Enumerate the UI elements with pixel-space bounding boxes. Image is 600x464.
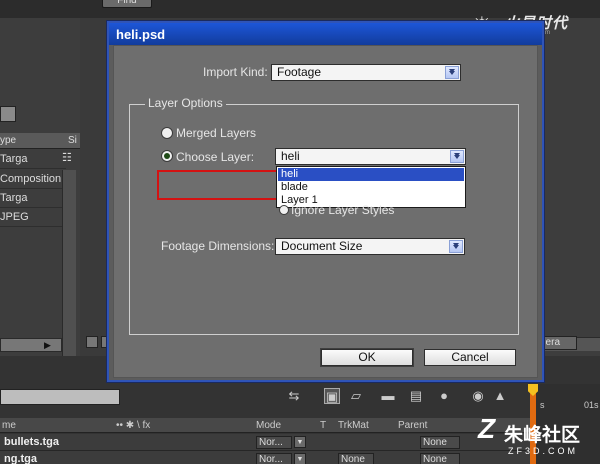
watermark-url: ZF3D.COM [508, 446, 578, 456]
interpret-footage-button[interactable] [86, 336, 98, 348]
project-row[interactable]: Composition [0, 170, 66, 189]
project-scrollbar[interactable] [62, 170, 76, 356]
chevron-down-icon[interactable] [445, 66, 459, 79]
scroll-right-icon[interactable]: ▶ [44, 340, 51, 351]
layer-option-blade[interactable]: blade [278, 181, 464, 194]
live-update-icon[interactable]: ▣ [324, 388, 340, 404]
comp-mini-flowchart-icon[interactable]: ⇆ [286, 388, 302, 404]
trkmat-select[interactable]: None [338, 453, 374, 464]
parent-select[interactable]: None [420, 436, 460, 449]
draft-3d-icon[interactable]: ▱ [348, 388, 364, 404]
merged-layers-label[interactable]: Merged Layers [176, 126, 256, 140]
column-type-header[interactable]: ype [0, 135, 16, 146]
choose-layer-radio[interactable] [161, 150, 173, 162]
graph-editor-icon[interactable]: ▲ [492, 388, 508, 404]
layer-dropdown-list: heli blade Layer 1 [276, 166, 466, 208]
parent-header[interactable]: Parent [398, 420, 427, 431]
motion-blur-icon[interactable]: ● [436, 388, 452, 404]
footage-dimensions-value: Document Size [281, 239, 363, 253]
composition-icon: ☷ [62, 152, 72, 164]
column-size-header[interactable]: Si [68, 135, 77, 146]
watermark-text: 朱峰社区 [504, 425, 581, 446]
mode-dropdown-icon[interactable]: ▼ [294, 436, 306, 448]
layer-select-value: heli [281, 149, 300, 163]
z-logo-icon: Z [478, 413, 496, 444]
layer-option-heli[interactable]: heli [278, 168, 464, 181]
hide-shy-layers-icon[interactable]: ▬ [380, 388, 396, 404]
import-kind-select[interactable]: Footage [271, 64, 461, 81]
import-kind-label: Import Kind: [203, 65, 268, 79]
chevron-down-icon[interactable] [449, 240, 463, 253]
mode-dropdown-icon[interactable]: ▼ [294, 453, 306, 464]
switches-header: •• ✱ \ fx [116, 420, 151, 431]
import-kind-value: Footage [277, 65, 322, 79]
layer-name: ng.tga [4, 453, 37, 464]
footage-dimensions-select[interactable]: Document Size [275, 238, 465, 255]
ruler-label-left: s [540, 400, 545, 410]
import-dialog: heli.psd Import Kind: Footage Layer Opti… [107, 21, 544, 382]
cancel-button[interactable]: Cancel [424, 349, 516, 366]
timeline-search-input[interactable] [0, 389, 120, 405]
dialog-titlebar[interactable]: heli.psd [109, 23, 542, 45]
composition-viewer [545, 18, 600, 358]
layer-select[interactable]: heli [275, 148, 466, 165]
footage-dimensions-label: Footage Dimensions: [161, 239, 275, 253]
project-panel-header: ype Si [0, 133, 80, 149]
brainstorm-icon[interactable]: ◉ [470, 388, 486, 404]
mode-select[interactable]: Nor... [256, 453, 292, 464]
project-row[interactable]: Targa [0, 150, 66, 169]
timeline-row[interactable]: bullets.tga Nor... ▼ None [0, 434, 530, 451]
parent-select[interactable]: None [420, 453, 460, 464]
timeline-header: me •• ✱ \ fx Mode T TrkMat Parent [0, 418, 530, 433]
track-matte-t-header: T [320, 420, 327, 431]
mode-select[interactable]: Nor... [256, 436, 292, 449]
mode-header[interactable]: Mode [256, 420, 281, 431]
watermark-logo-bottom: Z 朱峰社区 ZF3D.COM [478, 412, 600, 464]
chevron-down-icon[interactable] [450, 150, 464, 163]
project-panel-button[interactable] [0, 106, 16, 122]
find-button[interactable]: Find [102, 0, 152, 8]
merged-layers-radio[interactable] [161, 127, 173, 139]
ok-button[interactable]: OK [321, 349, 413, 366]
timeline-toolbar: ⇆ ▣ ▱ ▬ ▤ ● ◉ ▲ [240, 384, 530, 408]
layer-options-legend: Layer Options [145, 96, 226, 110]
ignore-layer-styles-label[interactable]: Ignore Layer Styles [291, 203, 394, 217]
project-row[interactable]: Targa [0, 189, 66, 208]
project-horizontal-scrollbar[interactable] [0, 338, 62, 352]
choose-layer-label[interactable]: Choose Layer: [176, 150, 254, 164]
dialog-body: Import Kind: Footage Layer Options Merge… [113, 45, 538, 378]
layer-name-header[interactable]: me [2, 420, 16, 431]
dialog-title: heli.psd [116, 27, 166, 42]
frame-blending-icon[interactable]: ▤ [408, 388, 424, 404]
timeline-row[interactable]: ng.tga Nor... ▼ None None [0, 451, 530, 464]
ignore-layer-styles-radio[interactable] [279, 205, 289, 215]
layer-name: bullets.tga [4, 436, 60, 448]
annotation-highlight-box [157, 170, 279, 200]
trkmat-header[interactable]: TrkMat [338, 420, 369, 431]
ruler-label-right: 01s [584, 400, 599, 410]
project-row[interactable]: JPEG [0, 208, 66, 227]
